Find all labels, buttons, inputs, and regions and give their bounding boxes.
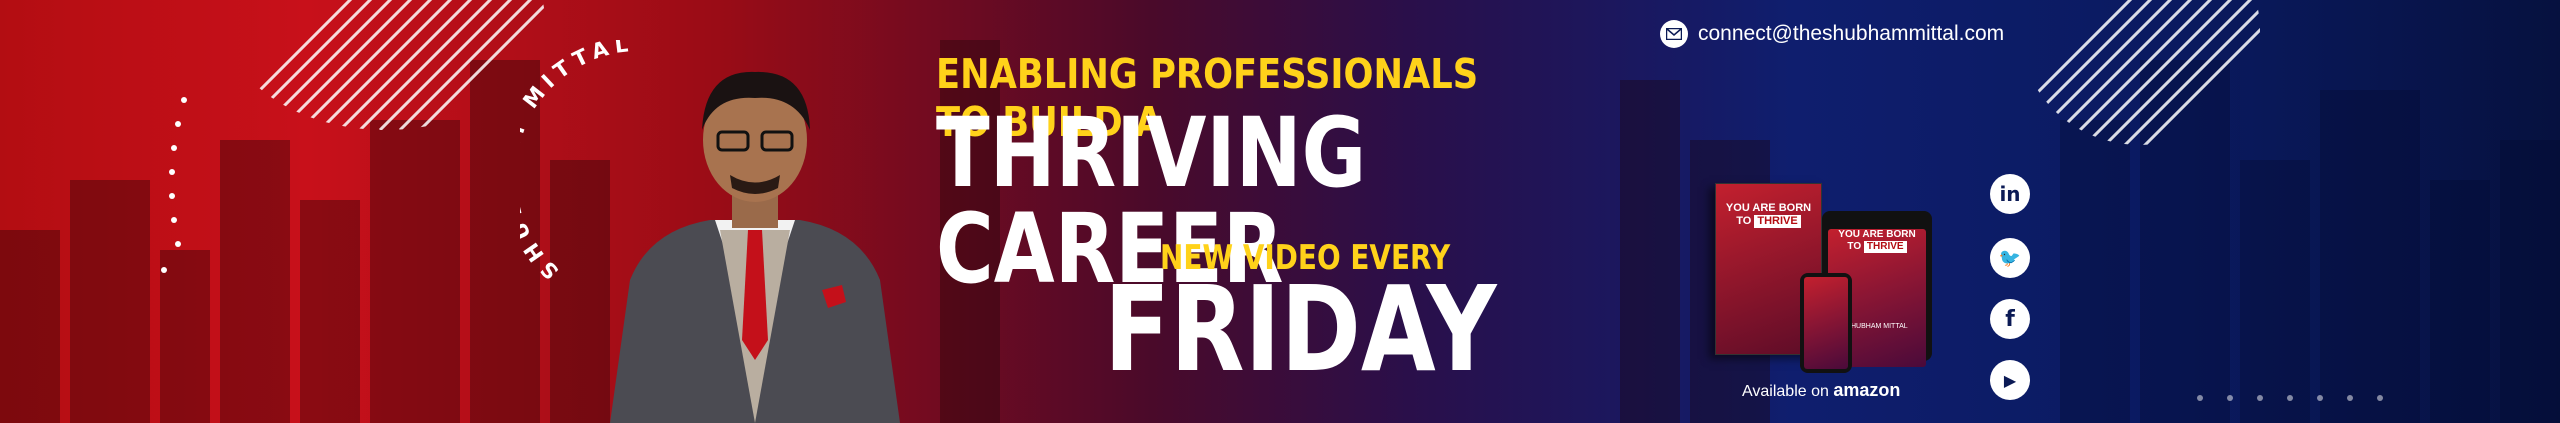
linkedin-icon[interactable]: in [1990,174,2030,214]
twitter-icon[interactable]: 🐦 [1990,238,2030,278]
decorative-stripes-left [225,0,545,130]
email-address: connect@theshubhammittal.com [1698,22,2005,45]
email-contact[interactable]: connect@theshubhammittal.com [1660,20,2004,48]
decorative-dots-left [161,97,187,273]
presenter-portrait [610,71,900,423]
book-title: YOU ARE BORN TO THRIVE [1725,202,1812,229]
phone-mockup [1800,273,1852,373]
decorative-stripes-right [2020,0,2260,145]
channel-banner: SHUBHAM MITTAL ENABLING PROFESSIONALS TO… [0,0,2560,423]
youtube-icon[interactable]: ▶ [1990,360,2030,400]
book-promo[interactable]: YOU ARE BORN TO THRIVE YOU ARE BORN TO T… [1700,175,1950,405]
decorative-dots-right [2197,395,2383,401]
facebook-icon[interactable]: f [1990,299,2030,339]
mail-icon [1660,20,1688,48]
schedule-day: FRIDAY [1104,260,1497,398]
available-on-amazon[interactable]: Available on amazon [1742,380,1900,401]
